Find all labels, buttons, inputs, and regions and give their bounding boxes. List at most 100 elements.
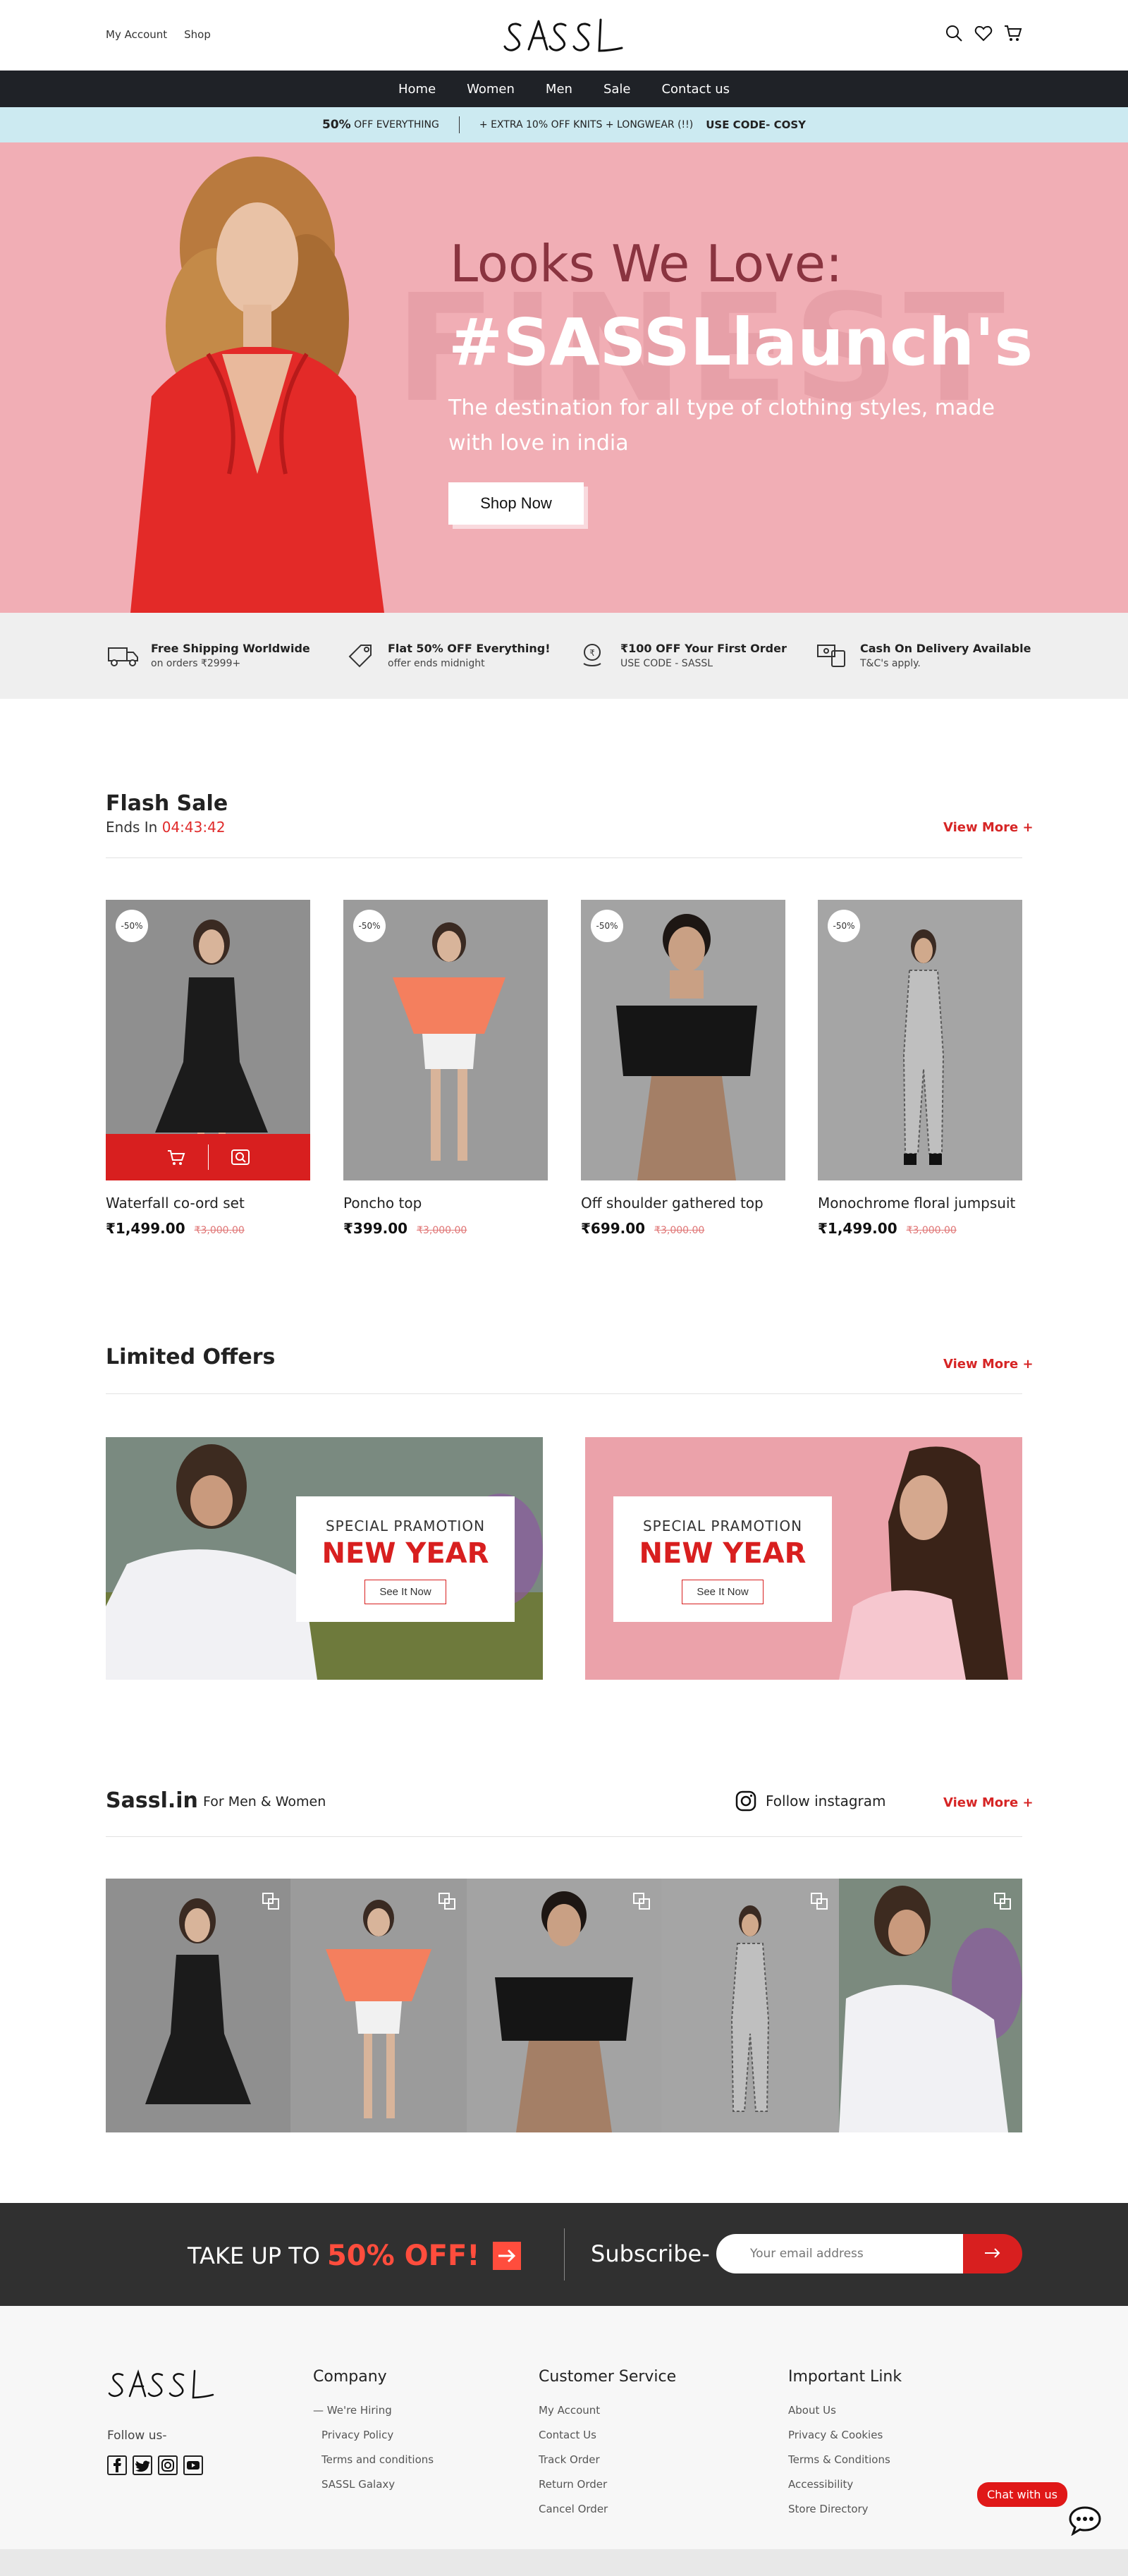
product-card[interactable]: -50% Monochrome floral jumpsuit ₹1,499.0… <box>818 900 1022 1237</box>
instagram-photo <box>661 1879 839 2132</box>
footer-link[interactable]: My Account <box>539 2398 676 2423</box>
footer-link[interactable]: Privacy & Cookies <box>788 2423 902 2448</box>
product-name[interactable]: Off shoulder gathered top <box>581 1195 785 1211</box>
nav-item-men[interactable]: Men <box>546 82 572 97</box>
footer-link[interactable]: Terms and conditions <box>313 2448 434 2472</box>
feature-title: Flat 50% OFF Everything! <box>388 641 551 655</box>
product-price: ₹1,499.00 ₹3,000.00 <box>818 1220 1022 1237</box>
instagram-icon[interactable] <box>158 2455 178 2475</box>
tag-icon <box>348 645 372 668</box>
quick-view-icon[interactable] <box>230 1147 251 1168</box>
coin-icon: ₹ <box>583 644 601 666</box>
youtube-icon[interactable] <box>183 2455 203 2475</box>
offer-headline: NEW YEAR <box>321 1537 489 1570</box>
instagram-subtitle: For Men & Women <box>203 1794 326 1809</box>
social-links <box>107 2455 203 2475</box>
instagram-post[interactable] <box>106 1879 290 2132</box>
offer-card[interactable]: SPECIAL PRAMOTION NEW YEAR See It Now <box>106 1437 543 1680</box>
nav-item-women[interactable]: Women <box>467 82 515 97</box>
product-image[interactable]: -50% <box>581 900 785 1180</box>
subscribe-divider <box>564 2228 565 2281</box>
follow-instagram-link[interactable]: Follow instagram <box>735 1790 886 1812</box>
logo-script <box>503 18 623 52</box>
offer-text-box: SPECIAL PRAMOTION NEW YEAR See It Now <box>613 1496 832 1622</box>
hero-title: #SASSLlaunch's <box>448 305 1034 380</box>
footer-link[interactable]: About Us <box>788 2398 902 2423</box>
product-action-bar <box>106 1134 310 1180</box>
footer-link[interactable]: Return Order <box>539 2472 676 2497</box>
arrow-right-icon[interactable] <box>492 2242 521 2270</box>
cart-icon[interactable] <box>1004 24 1022 42</box>
footer-link[interactable]: Cancel Order <box>539 2497 676 2522</box>
footer-link[interactable]: Track Order <box>539 2448 676 2472</box>
facebook-icon[interactable] <box>107 2455 127 2475</box>
email-input[interactable] <box>716 2234 963 2273</box>
heart-icon[interactable] <box>974 24 993 42</box>
product-name[interactable]: Poncho top <box>343 1195 548 1211</box>
product-card[interactable]: -50% Waterfall co-ord set ₹1,499.00 ₹3,0… <box>106 900 310 1237</box>
product-image[interactable]: -50% <box>106 900 310 1180</box>
footer-link[interactable]: Store Directory <box>788 2497 902 2522</box>
twitter-icon[interactable] <box>133 2455 152 2475</box>
footer-link-label: We're Hiring <box>326 2404 392 2417</box>
subscribe-button[interactable] <box>963 2234 1022 2273</box>
offers-view-more-link[interactable]: View More + <box>943 1357 1034 1372</box>
product-image[interactable]: -50% <box>818 900 1022 1180</box>
cash-icon <box>817 645 845 667</box>
flash-view-more-link[interactable]: View More + <box>943 820 1034 835</box>
instagram-post[interactable] <box>661 1879 839 2132</box>
copy-icon <box>262 1893 279 1910</box>
nav-item-contact[interactable]: Contact us <box>661 82 730 97</box>
instagram-photo <box>106 1879 290 2132</box>
feature-cod: Cash On Delivery Available T&C's apply. <box>815 641 1031 669</box>
shop-link[interactable]: Shop <box>184 28 211 41</box>
offer-card[interactable]: SPECIAL PRAMOTION NEW YEAR See It Now <box>585 1437 1022 1680</box>
hero-banner: FINEST Looks We Love: #SASSLlaunch's The… <box>0 142 1128 613</box>
product-photo <box>818 900 1022 1180</box>
footer-link[interactable]: — We're Hiring <box>313 2398 434 2423</box>
footer-link[interactable]: Contact Us <box>539 2423 676 2448</box>
instagram-photo <box>290 1879 467 2132</box>
product-photo <box>343 900 548 1180</box>
product-image[interactable]: -50% <box>343 900 548 1180</box>
footer-logo[interactable] <box>106 2361 219 2406</box>
my-account-link[interactable]: My Account <box>106 28 167 41</box>
add-to-cart-icon[interactable] <box>166 1147 187 1168</box>
main-nav: Home Women Men Sale Contact us <box>0 71 1128 107</box>
nav-item-home[interactable]: Home <box>398 82 436 97</box>
divider <box>106 1393 1022 1394</box>
footer-link[interactable]: Terms & Conditions <box>788 2448 902 2472</box>
feature-title: Free Shipping Worldwide <box>151 641 310 655</box>
footer-heading: Important Link <box>788 2368 902 2386</box>
offer-tag: SPECIAL PRAMOTION <box>325 1518 486 1534</box>
see-it-now-button[interactable]: See It Now <box>364 1580 446 1604</box>
site-logo[interactable] <box>501 8 627 62</box>
feature-title: Cash On Delivery Available <box>860 641 1031 655</box>
offer-text-box: SPECIAL PRAMOTION NEW YEAR See It Now <box>296 1496 515 1622</box>
product-price: ₹699.00 ₹3,000.00 <box>581 1220 785 1237</box>
product-name[interactable]: Monochrome floral jumpsuit <box>818 1195 1022 1211</box>
instagram-post[interactable] <box>290 1879 467 2132</box>
footer-link[interactable]: Privacy Policy <box>313 2423 434 2448</box>
see-it-now-button[interactable]: See It Now <box>682 1580 764 1604</box>
shop-now-button[interactable]: Shop Now <box>448 482 584 525</box>
search-icon[interactable] <box>945 24 963 42</box>
promo-middle-text: + EXTRA 10% OFF KNITS + LONGWEAR (!!) <box>479 119 694 130</box>
feature-sub: T&C's apply. <box>860 657 921 669</box>
product-card[interactable]: -50% Poncho top ₹399.00 ₹3,000.00 <box>343 900 548 1237</box>
nav-item-sale[interactable]: Sale <box>603 82 631 97</box>
product-name[interactable]: Waterfall co-ord set <box>106 1195 310 1211</box>
chat-bubble-icon[interactable] <box>1067 2505 1103 2536</box>
discount-badge: -50% <box>828 910 860 942</box>
feature-sub: on orders ₹2999+ <box>151 657 241 669</box>
product-card[interactable]: -50% Off shoulder gathered top ₹699.00 ₹… <box>581 900 785 1237</box>
footer-link[interactable]: Accessibility <box>788 2472 902 2497</box>
current-price: ₹1,499.00 <box>106 1220 185 1237</box>
instagram-post[interactable] <box>467 1879 661 2132</box>
arrow-right-icon <box>985 2247 1000 2258</box>
instagram-view-more-link[interactable]: View More + <box>943 1795 1034 1810</box>
promo-code: USE CODE- COSY <box>706 118 807 131</box>
footer-link[interactable]: SASSL Galaxy <box>313 2472 434 2497</box>
chat-badge[interactable]: Chat with us <box>977 2482 1067 2507</box>
instagram-post[interactable] <box>839 1879 1022 2132</box>
